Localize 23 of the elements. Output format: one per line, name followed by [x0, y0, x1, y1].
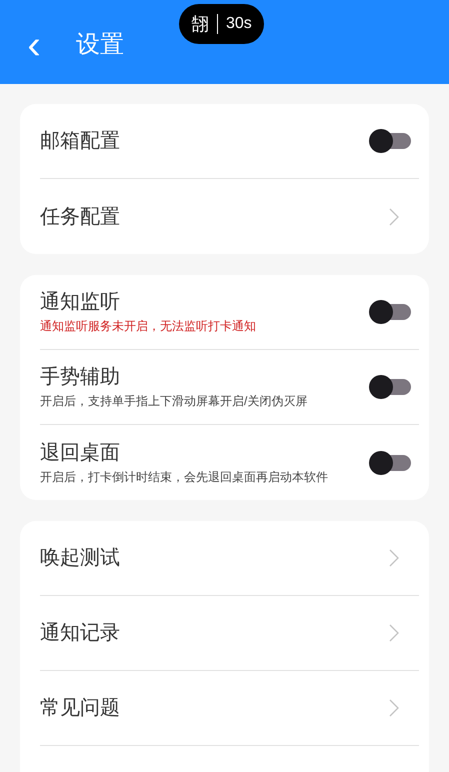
toggle-switch[interactable] [369, 375, 411, 399]
setting-label: 邮箱配置 [40, 129, 121, 154]
setting-label: 唤起测试 [40, 546, 121, 571]
setting-label: 任务配置 [40, 204, 121, 230]
page-title: 设置 [76, 30, 124, 60]
toggle-switch[interactable] [369, 450, 411, 474]
chevron-right-icon [389, 624, 399, 642]
toggle-switch[interactable] [369, 300, 411, 324]
back-button[interactable]: ‹ [22, 25, 46, 65]
chevron-right-icon [389, 208, 399, 226]
setting-label: 手势辅助 [40, 365, 121, 390]
countdown-text: 30s [226, 14, 252, 34]
app-glyph: 䎋 [191, 12, 209, 36]
description-text: 开启后，打卡倒计时结束，会先退回桌面再启动本软件 [40, 468, 329, 486]
chevron-right-icon [389, 549, 399, 567]
toggle-switch[interactable] [369, 129, 411, 153]
setting-label: 通知记录 [40, 621, 121, 646]
description-text: 开启后，支持单手指上下滑动屏幕开启/关闭伪灭屏 [40, 393, 308, 410]
setting-label: 退回桌面 [40, 440, 121, 466]
chevron-right-icon [389, 699, 399, 717]
setting-label: 通知监听 [40, 290, 121, 315]
warning-text: 通知监听服务未开启，无法监听打卡通知 [40, 318, 257, 335]
setting-label: 常见问题 [40, 696, 121, 721]
